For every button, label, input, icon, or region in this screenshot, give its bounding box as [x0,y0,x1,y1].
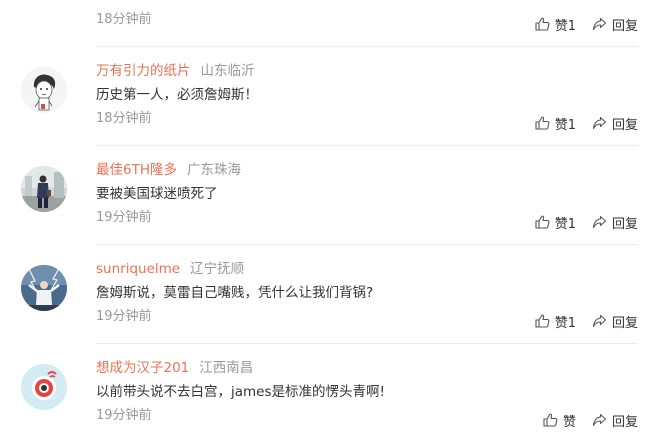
comment-time: 18分钟前 [96,12,152,27]
thumbs-up-icon [543,413,558,427]
like-button[interactable]: 赞1 [535,213,576,232]
comment-list: 18分钟前 赞1 回复 万有引力的纸片 山东临沂 历史第一人，必须詹姆斯！ 18… [0,0,647,439]
thumbs-up-icon [535,17,550,31]
comment-divider [96,145,638,146]
reply-button[interactable]: 回复 [592,15,638,34]
comment-location: 山东临沂 [200,63,255,79]
reply-arrow-icon [592,215,607,229]
lightning-figure-avatar[interactable] [21,265,67,311]
sketch-girl-avatar[interactable] [21,67,67,113]
comment-author-link[interactable]: 万有引力的纸片 [96,63,191,79]
comment-divider [96,343,638,344]
comment-header: 最佳6TH隆多 广东珠海 [96,161,241,179]
weibo-default-eye-avatar[interactable] [21,364,67,410]
thumbs-up-icon [535,215,550,229]
street-photo-avatar[interactable] [21,166,67,212]
comment-author-link[interactable]: 最佳6TH隆多 [96,162,177,178]
comment-time: 19分钟前 [96,309,152,324]
reply-label: 回复 [611,315,638,331]
reply-button[interactable]: 回复 [592,114,638,133]
comment-text: 历史第一人，必须詹姆斯！ [96,87,258,103]
thumbs-up-icon [535,314,550,328]
reply-arrow-icon [592,413,607,427]
reply-label: 回复 [611,216,638,232]
like-button[interactable]: 赞 [543,411,576,430]
comment-actions: 赞1 回复 [535,114,638,133]
reply-arrow-icon [592,17,607,31]
comment-actions: 赞1 回复 [535,312,638,331]
like-label: 赞1 [554,216,576,232]
reply-button[interactable]: 回复 [592,213,638,232]
like-label: 赞1 [554,315,576,331]
reply-arrow-icon [592,116,607,130]
reply-arrow-icon [592,314,607,328]
like-button[interactable]: 赞1 [535,15,576,34]
comment-location: 江西南昌 [199,360,254,376]
reply-label: 回复 [611,117,638,133]
comment-text: 以前带头说不去白宫，james是标准的愣头青啊! [96,384,385,400]
reply-button[interactable]: 回复 [592,411,638,430]
comment-header: sunriquelme 辽宁抚顺 [96,260,244,278]
like-button[interactable]: 赞1 [535,312,576,331]
comment-author-link[interactable]: sunriquelme [96,261,180,277]
like-label: 赞1 [554,117,576,133]
comment-text: 要被美国球迷喷死了 [96,186,218,202]
like-label: 赞1 [554,18,576,34]
thumbs-up-icon [535,116,550,130]
like-button[interactable]: 赞1 [535,114,576,133]
comment-header: 万有引力的纸片 山东临沂 [96,62,255,80]
comment-header: 想成为汉子201 江西南昌 [96,359,253,377]
reply-button[interactable]: 回复 [592,312,638,331]
reply-label: 回复 [611,414,638,430]
comment-actions: 赞1 回复 [535,15,638,34]
comment-actions: 赞1 回复 [535,213,638,232]
comment-divider [96,46,638,47]
comment-author-link[interactable]: 想成为汉子201 [96,360,189,376]
like-label: 赞 [562,414,576,430]
comment-time: 19分钟前 [96,408,152,423]
comment-location: 辽宁抚顺 [190,261,245,277]
comment-time: 19分钟前 [96,210,152,225]
reply-label: 回复 [611,18,638,34]
comment-time: 18分钟前 [96,111,152,126]
comment-location: 广东珠海 [187,162,241,178]
comment-actions: 赞 回复 [543,411,638,430]
comment-divider [96,244,638,245]
comment-text: 詹姆斯说，莫雷自己嘴贱，凭什么让我们背锅? [96,285,374,301]
